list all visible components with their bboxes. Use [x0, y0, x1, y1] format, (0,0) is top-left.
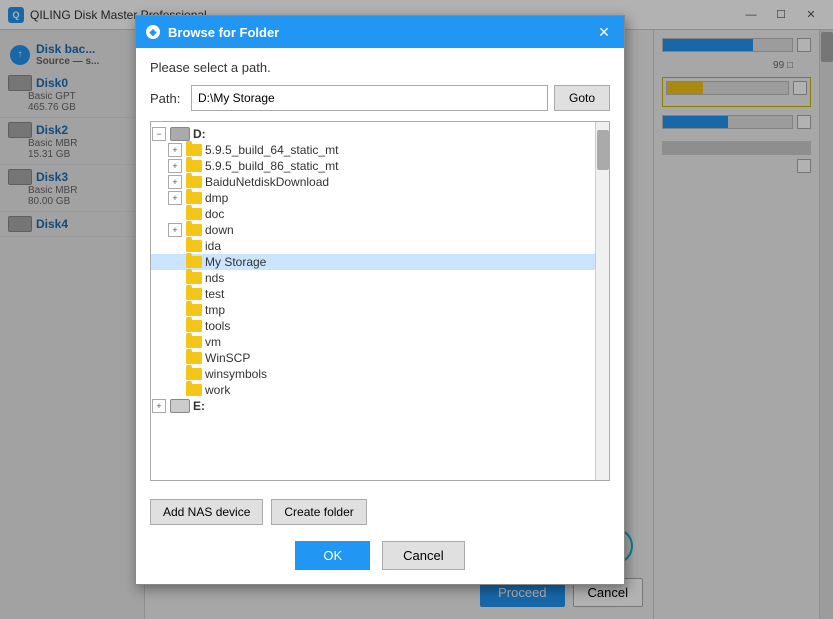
path-label: Path: — [150, 91, 185, 106]
tree-item-2[interactable]: + BaiduNetdiskDownload — [151, 174, 595, 190]
dialog-close-button[interactable]: ✕ — [594, 22, 614, 42]
tree-item-4[interactable]: doc — [151, 206, 595, 222]
tree-item-8[interactable]: nds — [151, 270, 595, 286]
ok-button[interactable]: OK — [295, 541, 370, 570]
create-folder-button[interactable]: Create folder — [271, 499, 366, 525]
tree-item-10[interactable]: tmp — [151, 302, 595, 318]
item-5-expander[interactable]: + — [168, 223, 182, 237]
path-input[interactable] — [191, 85, 548, 111]
item-6-label: ida — [205, 239, 221, 253]
tree-item-12[interactable]: vm — [151, 334, 595, 350]
item-0-label: 5.9.5_build_64_static_mt — [205, 143, 338, 157]
tree-item-15[interactable]: work — [151, 382, 595, 398]
folder-icon-7 — [186, 256, 202, 268]
tree-scrollbar[interactable] — [595, 122, 609, 480]
item-10-label: tmp — [205, 303, 225, 317]
add-nas-button[interactable]: Add NAS device — [150, 499, 263, 525]
item-7-label: My Storage — [205, 255, 266, 269]
modal-overlay: ◆ Browse for Folder ✕ Please select a pa… — [0, 0, 833, 619]
dialog-bottom: Add NAS device Create folder — [136, 491, 624, 533]
folder-icon-6 — [186, 240, 202, 252]
tree-inner: − D: + 5.9.5_build_64_static_mt + — [151, 122, 609, 418]
folder-icon-14 — [186, 368, 202, 380]
cancel-dialog-button[interactable]: Cancel — [382, 541, 464, 570]
folder-icon-9 — [186, 288, 202, 300]
item-14-label: winsymbols — [205, 367, 267, 381]
item-1-label: 5.9.5_build_86_static_mt — [205, 159, 338, 173]
tree-item-9[interactable]: test — [151, 286, 595, 302]
folder-icon-0 — [186, 144, 202, 156]
browse-dialog: ◆ Browse for Folder ✕ Please select a pa… — [135, 15, 625, 585]
drive-d-icon — [170, 127, 190, 141]
item-4-label: doc — [205, 207, 224, 221]
folder-icon-2 — [186, 176, 202, 188]
folder-icon-5 — [186, 224, 202, 236]
item-5-label: down — [205, 223, 234, 237]
folder-icon-8 — [186, 272, 202, 284]
item-9-label: test — [205, 287, 224, 301]
folder-icon-10 — [186, 304, 202, 316]
item-3-label: dmp — [205, 191, 228, 205]
drive-e-icon — [170, 399, 190, 413]
drive-e-label: E: — [193, 399, 205, 413]
tree-item-3[interactable]: + dmp — [151, 190, 595, 206]
tree-item-5[interactable]: + down — [151, 222, 595, 238]
tree-drive-e[interactable]: + E: — [151, 398, 595, 414]
tree-item-1[interactable]: + 5.9.5_build_86_static_mt — [151, 158, 595, 174]
tree-item-0[interactable]: + 5.9.5_build_64_static_mt — [151, 142, 595, 158]
item-15-label: work — [205, 383, 230, 397]
item-1-expander[interactable]: + — [168, 159, 182, 173]
item-13-label: WinSCP — [205, 351, 250, 365]
folder-icon-12 — [186, 336, 202, 348]
folder-icon-3 — [186, 192, 202, 204]
item-2-expander[interactable]: + — [168, 175, 182, 189]
tree-item-14[interactable]: winsymbols — [151, 366, 595, 382]
tree-container[interactable]: − D: + 5.9.5_build_64_static_mt + — [150, 121, 610, 481]
dialog-body: Please select a path. Path: Goto − D: — [136, 48, 624, 491]
item-3-expander[interactable]: + — [168, 191, 182, 205]
tree-scrollbar-thumb — [597, 130, 609, 170]
goto-button[interactable]: Goto — [554, 85, 610, 111]
item-12-label: vm — [205, 335, 221, 349]
folder-icon-15 — [186, 384, 202, 396]
folder-icon-1 — [186, 160, 202, 172]
tree-drive-d[interactable]: − D: — [151, 126, 595, 142]
item-8-label: nds — [205, 271, 224, 285]
path-row: Path: Goto — [150, 85, 610, 111]
item-2-label: BaiduNetdiskDownload — [205, 175, 329, 189]
folder-icon-13 — [186, 352, 202, 364]
tree-item-11[interactable]: tools — [151, 318, 595, 334]
dialog-titlebar: ◆ Browse for Folder ✕ — [136, 16, 624, 48]
drive-e-expander[interactable]: + — [152, 399, 166, 413]
tree-item-7[interactable]: My Storage — [151, 254, 595, 270]
item-0-expander[interactable]: + — [168, 143, 182, 157]
folder-icon-4 — [186, 208, 202, 220]
dialog-footer: OK Cancel — [136, 533, 624, 584]
tree-item-13[interactable]: WinSCP — [151, 350, 595, 366]
folder-icon-11 — [186, 320, 202, 332]
dialog-title-icon: ◆ — [146, 25, 160, 39]
item-11-label: tools — [205, 319, 230, 333]
drive-d-expander[interactable]: − — [152, 127, 166, 141]
dialog-title: Browse for Folder — [168, 25, 279, 40]
drive-d-label: D: — [193, 127, 206, 141]
tree-item-6[interactable]: ida — [151, 238, 595, 254]
dialog-prompt: Please select a path. — [150, 60, 610, 75]
